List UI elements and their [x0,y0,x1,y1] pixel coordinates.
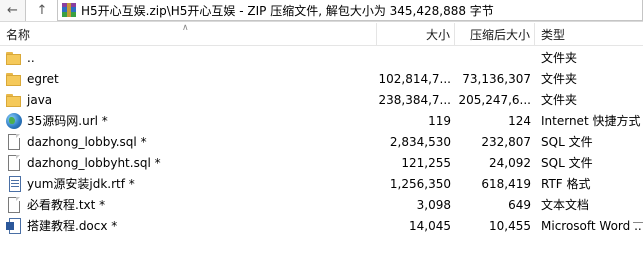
file-row[interactable]: dazhong_lobbyht.sql * 121,255 24,092 SQL… [0,152,643,173]
column-header-packed-size-label: 压缩后大小 [469,28,530,42]
file-name: dazhong_lobbyht.sql * [27,155,161,170]
file-name-cell: yum源安装jdk.rtf * [6,173,374,194]
file-row[interactable]: java 238,384,7... 205,247,6... 文件夹 [0,89,643,110]
text-document-icon [6,196,22,213]
back-button[interactable]: ← [0,0,26,21]
file-name: egret [27,71,59,86]
up-button[interactable]: ↑ [30,0,54,21]
file-type: 文本文档 [541,198,590,212]
globe-icon [6,112,22,129]
file-name-cell: 搭建教程.docx * [6,215,374,236]
file-packed-size: 124 [508,113,531,128]
file-name-cell: java [6,89,374,110]
rtf-document-icon [6,175,22,192]
file-type: SQL 文件 [541,135,593,149]
word-document-icon [6,217,22,234]
column-header-type-label: 类型 [541,28,566,42]
file-name-cell: 35源码网.url * [6,110,374,131]
file-packed-size: 24,092 [489,155,531,170]
file-row[interactable]: 搭建教程.docx * 14,045 10,455 Microsoft Word… [0,215,643,236]
column-header-size[interactable]: 大小 [377,23,455,46]
file-name: .. [27,50,35,65]
column-header-size-label: 大小 [425,28,450,42]
file-packed-size [455,47,531,68]
file-packed-size: 618,419 [481,176,531,191]
divider [633,222,643,223]
file-name: 必看教程.txt * [27,198,106,212]
file-size [377,47,451,68]
file-packed-size: 73,136,307 [462,71,531,86]
file-row[interactable]: 35源码网.url * 119 124 Internet 快捷方式 [0,110,643,131]
file-name: yum源安装jdk.rtf * [27,177,135,191]
file-row[interactable]: 必看教程.txt * 3,098 649 文本文档 [0,194,643,215]
file-type: 文件夹 [541,51,578,65]
file-type: Internet 快捷方式 [541,114,641,128]
file-type: 文件夹 [541,72,578,86]
file-type: 文件夹 [541,93,578,107]
file-name: java [27,92,53,107]
left-arrow-icon: ← [7,3,18,18]
folder-icon [6,71,22,87]
file-packed-size: 232,807 [481,134,531,149]
file-size: 14,045 [409,218,451,233]
file-packed-size: 205,247,6... [458,92,531,107]
file-row[interactable]: egret 102,814,7... 73,136,307 文件夹 [0,68,643,89]
archive-path: H5开心互娱.zip\H5开心互娱 - ZIP 压缩文件, 解包大小为 345,… [81,3,494,18]
file-name-cell: dazhong_lobbyht.sql * [6,152,374,173]
archive-icon [62,3,76,17]
folder-icon [6,92,22,108]
file-row[interactable]: .. 文件夹 [0,47,643,68]
sort-indicator-icon: ∧ [182,23,189,33]
file-packed-size: 649 [508,197,531,212]
file-name: 搭建教程.docx * [27,219,118,233]
file-size: 2,834,530 [389,134,451,149]
column-header-type[interactable]: 类型 [535,23,643,46]
column-header-packed-size[interactable]: 压缩后大小 [455,23,535,46]
file-name-cell: dazhong_lobby.sql * [6,131,374,152]
file-row[interactable]: yum源安装jdk.rtf * 1,256,350 618,419 RTF 格式 [0,173,643,194]
file-type: SQL 文件 [541,156,593,170]
document-icon [6,133,22,150]
file-list: .. 文件夹 egret 102,814,7... 73,136,307 文件夹… [0,47,643,236]
up-arrow-icon: ↑ [36,3,48,18]
file-name-cell: egret [6,68,374,89]
document-icon [6,154,22,171]
file-packed-size: 10,455 [489,218,531,233]
column-header: 名称 ∧ 大小 压缩后大小 类型 [0,23,643,46]
file-type: Microsoft Word ... [541,218,643,233]
file-name-cell: 必看教程.txt * [6,194,374,215]
file-size: 121,255 [401,155,451,170]
file-name-cell: .. [6,47,374,68]
file-name: dazhong_lobby.sql * [27,134,147,149]
file-size: 3,098 [416,197,451,212]
file-size: 238,384,7... [378,92,451,107]
file-size: 1,256,350 [389,176,451,191]
file-row[interactable]: dazhong_lobby.sql * 2,834,530 232,807 SQ… [0,131,643,152]
file-size: 102,814,7... [378,71,451,86]
file-size: 119 [428,113,451,128]
address-bar[interactable]: H5开心互娱.zip\H5开心互娱 - ZIP 压缩文件, 解包大小为 345,… [57,0,643,21]
folder-icon [6,50,22,66]
file-name: 35源码网.url * [27,114,108,128]
address-toolbar: ← ↑ H5开心互娱.zip\H5开心互娱 - ZIP 压缩文件, 解包大小为 … [0,0,643,22]
column-header-name-label: 名称 [6,28,31,42]
file-type: RTF 格式 [541,177,591,191]
